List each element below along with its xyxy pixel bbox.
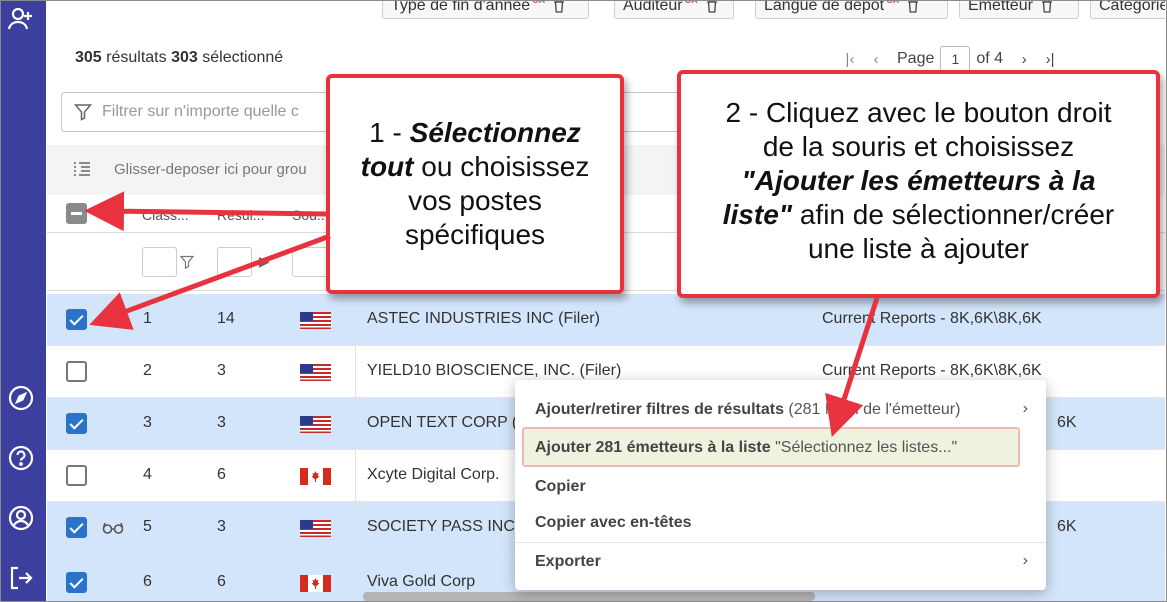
results-summary: 305 résultats 303 sélectionné xyxy=(75,49,284,66)
left-sidebar xyxy=(0,0,46,602)
row-checkbox[interactable] xyxy=(66,309,87,330)
caret-icon: ▶ xyxy=(259,253,270,269)
row-checkbox[interactable] xyxy=(66,361,87,382)
canada-flag-icon xyxy=(300,468,331,485)
chip-year-end-type[interactable]: Type de fin d'annéeCA xyxy=(382,0,589,19)
glasses-icon[interactable] xyxy=(102,522,124,534)
canada-flag-icon xyxy=(300,575,331,592)
filter-icon[interactable] xyxy=(180,255,194,269)
column-header[interactable]: Sou... xyxy=(292,207,329,223)
pagination: |‹ ‹ Page 1 of 4 › ›| xyxy=(837,46,1063,72)
chip-filing-language[interactable]: Langue de dépôtCA xyxy=(755,0,948,19)
column-header[interactable]: Class... xyxy=(142,207,189,223)
trash-icon[interactable] xyxy=(907,0,919,13)
us-flag-icon xyxy=(300,416,331,433)
add-user-icon[interactable] xyxy=(6,4,36,34)
trash-icon[interactable] xyxy=(553,0,565,13)
callout-step-2: 2 - Cliquez avec le bouton droit de la s… xyxy=(677,70,1160,298)
row-checkbox[interactable] xyxy=(66,572,87,593)
search-placeholder: Filtrer sur n'importe quelle c xyxy=(102,103,299,120)
callout-step-1: 1 - Sélectionnez tout ou choisissez vos … xyxy=(326,74,624,294)
prev-page-icon[interactable]: ‹ xyxy=(863,51,889,68)
horizontal-scrollbar[interactable] xyxy=(363,592,815,601)
list-icon xyxy=(74,162,90,176)
menu-item-export[interactable]: Exporter xyxy=(535,553,601,571)
chip-issuer[interactable]: Émetteur xyxy=(959,0,1079,19)
filter-icon xyxy=(74,104,92,121)
page-of-label: of 4 xyxy=(976,50,1004,67)
select-all-checkbox[interactable] xyxy=(66,203,87,224)
chip-category[interactable]: Catégorie xyxy=(1090,0,1165,19)
trash-icon[interactable] xyxy=(1041,0,1053,13)
last-page-icon[interactable]: ›| xyxy=(1037,51,1063,68)
context-menu: Ajouter/retirer filtres de résultats (28… xyxy=(515,380,1046,590)
trash-icon[interactable] xyxy=(706,0,718,13)
first-page-icon[interactable]: |‹ xyxy=(837,51,863,68)
column-header[interactable]: Résul... xyxy=(217,207,264,223)
menu-item-copy-with-headers[interactable]: Copier avec en-têtes xyxy=(535,514,692,532)
column-filter-input[interactable] xyxy=(217,247,252,277)
row-checkbox[interactable] xyxy=(66,413,87,434)
compass-icon[interactable] xyxy=(6,383,36,413)
us-flag-icon xyxy=(300,364,331,381)
page-input[interactable]: 1 xyxy=(940,46,971,72)
table-row[interactable]: 1 14 ASTEC INDUSTRIES INC (Filer) Curren… xyxy=(47,294,1165,346)
us-flag-icon xyxy=(300,312,331,329)
menu-item-toggle-result-filters[interactable]: Ajouter/retirer filtres de résultats (28… xyxy=(535,401,960,419)
chevron-right-icon: › xyxy=(1022,552,1028,569)
next-page-icon[interactable]: › xyxy=(1011,51,1037,68)
us-flag-icon xyxy=(300,520,331,537)
menu-item-copy[interactable]: Copier xyxy=(535,478,586,496)
help-icon[interactable] xyxy=(6,443,36,473)
row-checkbox[interactable] xyxy=(66,517,87,538)
menu-item-add-issuers-to-list[interactable]: Ajouter 281 émetteurs à la liste "Sélect… xyxy=(535,439,957,457)
column-filter-input[interactable] xyxy=(142,247,177,277)
chip-auditor[interactable]: AuditeurCA xyxy=(614,0,734,19)
page-label: Page xyxy=(897,50,935,67)
chevron-right-icon: › xyxy=(1022,400,1028,417)
row-checkbox[interactable] xyxy=(66,465,87,486)
logout-icon[interactable] xyxy=(6,563,36,593)
account-icon[interactable] xyxy=(6,503,36,533)
